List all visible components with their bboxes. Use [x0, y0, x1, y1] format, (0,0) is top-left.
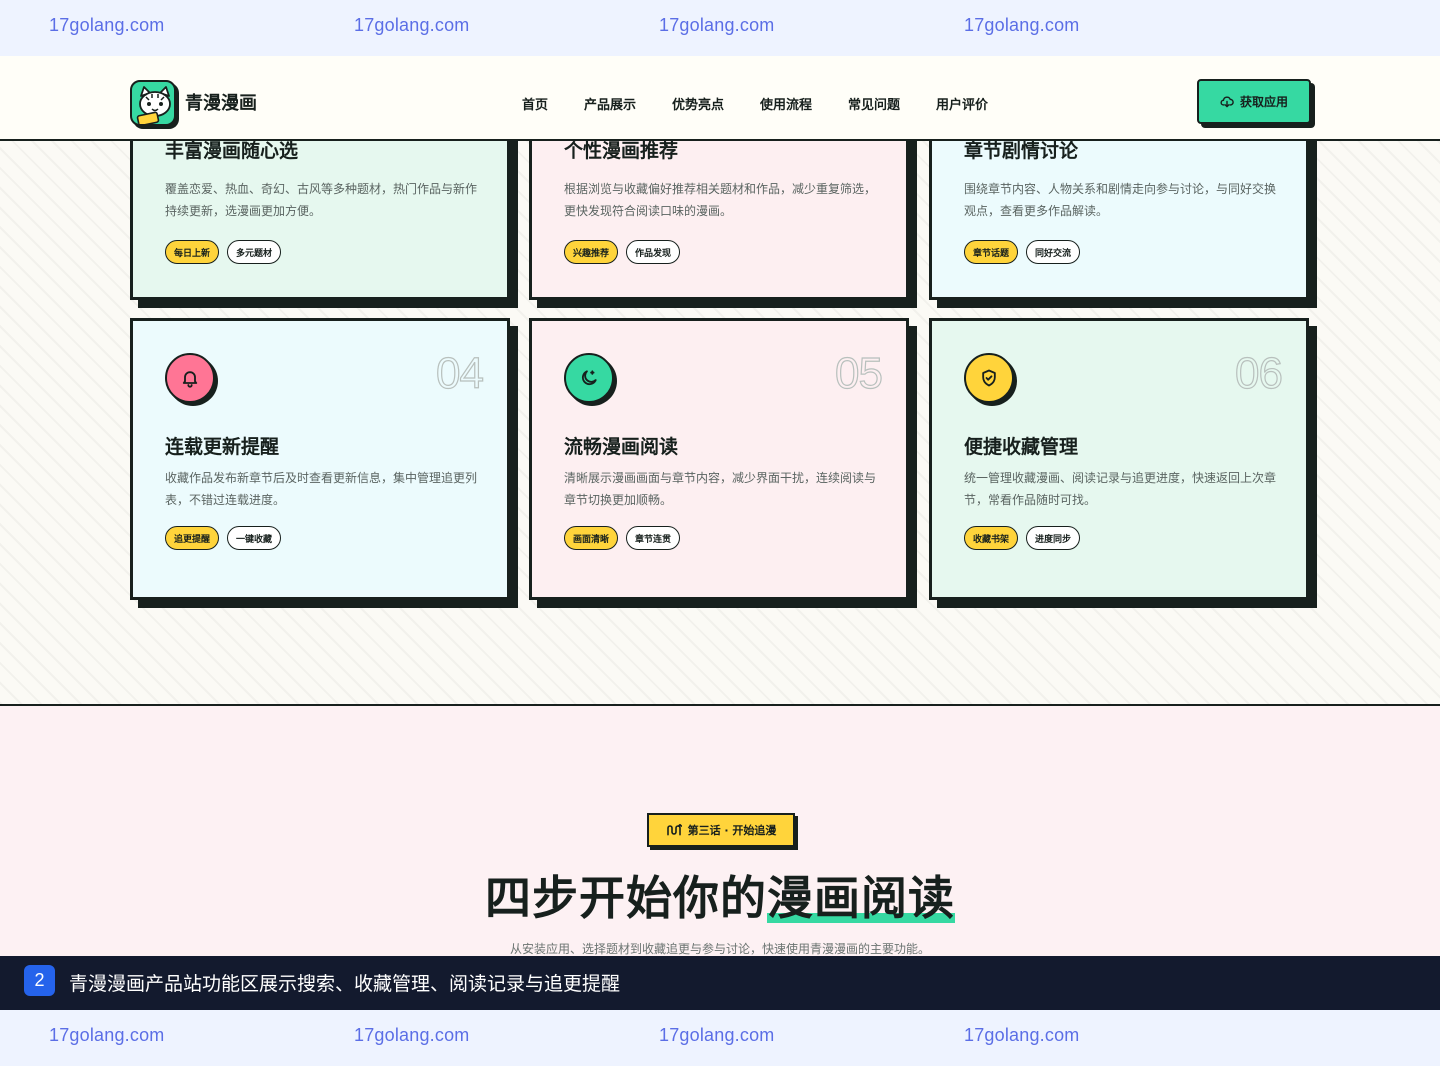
feature-tag: 同好交流 — [1026, 240, 1081, 264]
section-title-highlight: 漫画阅读 — [767, 871, 955, 925]
cloud-download-icon — [1220, 96, 1234, 107]
feature-desc: 统一管理收藏漫画、阅读记录与追更进度，快速返回上次章节，常看作品随时可找。 — [964, 471, 1277, 507]
bell-icon — [182, 371, 198, 388]
feature-tag: 收藏书架 — [964, 526, 1019, 550]
chapter-label: 第三话 · 开始追漫 — [687, 824, 777, 837]
feature-tags: 收藏书架 进度同步 — [964, 526, 1081, 550]
watermark-text: 17golang.com — [964, 15, 1080, 35]
feature-tag: 画面清晰 — [564, 526, 619, 550]
watermark-text: 17golang.com — [354, 1025, 470, 1045]
feature-tags: 每日上新 多元题材 — [165, 240, 282, 264]
feature-tag: 章节话题 — [964, 240, 1019, 264]
site-header: 青漫漫画 首页 产品展示 优势亮点 使用流程 常见问题 用户评价 获取应用 — [0, 56, 1440, 141]
feature-tag: 每日上新 — [165, 240, 220, 264]
feature-title: 流畅漫画阅读 — [564, 436, 679, 458]
brand-name[interactable]: 青漫漫画 — [185, 89, 257, 115]
feature-tags: 兴趣推荐 作品发现 — [564, 240, 681, 264]
section-subtitle: 从安装应用、选择题材到收藏追更与参与讨论，快速使用青漫漫画的主要功能。 — [509, 942, 930, 956]
watermark-text: 17golang.com — [49, 15, 165, 35]
feature-card[interactable]: 丰富漫画随心选 覆盖恋爱、热血、奇幻、古风等多种题材，热门作品与新作持续更新，选… — [130, 140, 510, 300]
route-icon — [666, 823, 682, 836]
nav-item-flow[interactable]: 使用流程 — [760, 94, 812, 113]
feature-title: 便捷收藏管理 — [964, 436, 1079, 458]
feature-title: 个性漫画推荐 — [564, 140, 679, 162]
nav-item-reviews[interactable]: 用户评价 — [936, 94, 988, 113]
caption-text: 青漫漫画产品站功能区展示搜索、收藏管理、阅读记录与追更提醒 — [69, 973, 621, 995]
feature-number: 04 — [435, 348, 484, 398]
section-title-plain: 四步开始你的 — [485, 871, 767, 925]
watermark-text: 17golang.com — [49, 1025, 165, 1045]
feature-card[interactable]: 06 便捷收藏管理 统一管理收藏漫画、阅读记录与追更进度，快速返回上次章节，常看… — [929, 318, 1309, 600]
feature-desc: 根据浏览与收藏偏好推荐相关题材和作品，减少重复筛选，更快发现符合阅读口味的漫画。 — [564, 182, 877, 218]
feature-tags: 画面清晰 章节连贯 — [564, 526, 681, 550]
feature-icon-badge — [564, 353, 614, 403]
watermark-bar-bottom: 17golang.com 17golang.com 17golang.com 1… — [0, 1010, 1440, 1066]
feature-card[interactable]: 章节剧情讨论 围绕章节内容、人物关系和剧情走向参与讨论，与同好交换观点，查看更多… — [929, 140, 1309, 300]
feature-tag: 进度同步 — [1026, 526, 1081, 550]
get-app-label: 获取应用 — [1239, 95, 1288, 109]
feature-desc: 收藏作品发布新章节后及时查看更新信息，集中管理追更列表，不错过连载进度。 — [165, 471, 478, 507]
moon-star-icon — [581, 370, 597, 386]
feature-tags: 追更提醒 一键收藏 — [165, 526, 282, 550]
feature-desc: 覆盖恋爱、热血、奇幻、古风等多种题材，热门作品与新作持续更新，选漫画更加方便。 — [165, 182, 478, 218]
feature-number: 05 — [834, 348, 883, 398]
nav-item-products[interactable]: 产品展示 — [584, 94, 636, 113]
watermark-text: 17golang.com — [964, 1025, 1080, 1045]
nav-item-advantages[interactable]: 优势亮点 — [672, 94, 724, 113]
feature-title: 章节剧情讨论 — [964, 140, 1079, 162]
features-section: 丰富漫画随心选 覆盖恋爱、热血、奇幻、古风等多种题材，热门作品与新作持续更新，选… — [0, 140, 1440, 706]
feature-tag: 兴趣推荐 — [564, 240, 619, 264]
shield-check-icon — [982, 369, 996, 387]
feature-icon-badge — [964, 353, 1014, 403]
feature-desc: 清晰展示漫画画面与章节内容，减少界面干扰，连续阅读与章节切换更加顺畅。 — [564, 471, 877, 507]
feature-tag: 作品发现 — [626, 240, 681, 264]
feature-card[interactable]: 个性漫画推荐 根据浏览与收藏偏好推荐相关题材和作品，减少重复筛选，更快发现符合阅… — [529, 140, 909, 300]
feature-card[interactable]: 05 流畅漫画阅读 清晰展示漫画画面与章节内容，减少界面干扰，连续阅读与章节切换… — [529, 318, 909, 600]
section-title: 四步开始你的漫画阅读 — [0, 862, 1440, 928]
feature-tags: 章节话题 同好交流 — [964, 240, 1081, 264]
watermark-text: 17golang.com — [659, 1025, 775, 1045]
feature-tag: 一键收藏 — [227, 526, 282, 550]
feature-tag: 章节连贯 — [626, 526, 681, 550]
feature-title: 丰富漫画随心选 — [165, 140, 299, 162]
feature-desc: 围绕章节内容、人物关系和剧情走向参与讨论，与同好交换观点，查看更多作品解读。 — [964, 182, 1277, 218]
feature-title: 连载更新提醒 — [165, 436, 280, 458]
watermark-text: 17golang.com — [354, 15, 470, 35]
feature-tag: 追更提醒 — [165, 526, 220, 550]
watermark-bar-top: 17golang.com 17golang.com 17golang.com 1… — [0, 0, 1440, 56]
feature-card[interactable]: 04 连载更新提醒 收藏作品发布新章节后及时查看更新信息，集中管理追更列表，不错… — [130, 318, 510, 600]
watermark-text: 17golang.com — [659, 15, 775, 35]
chapter-badge: 第三话 · 开始追漫 — [647, 813, 795, 847]
brand-logo[interactable] — [130, 80, 176, 126]
feature-tag: 多元题材 — [227, 240, 282, 264]
feature-number: 06 — [1234, 348, 1283, 398]
steps-section: 第三话 · 开始追漫 四步开始你的漫画阅读 从安装应用、选择题材到收藏追更与参与… — [0, 706, 1440, 956]
get-app-button[interactable]: 获取应用 — [1197, 79, 1311, 124]
cat-mascot-icon — [136, 86, 171, 124]
caption-banner: 2 青漫漫画产品站功能区展示搜索、收藏管理、阅读记录与追更提醒 — [0, 956, 1440, 1010]
caption-number: 2 — [24, 965, 55, 996]
feature-icon-badge — [165, 353, 215, 403]
nav-item-home[interactable]: 首页 — [522, 94, 548, 113]
nav-item-faq[interactable]: 常见问题 — [848, 94, 900, 113]
